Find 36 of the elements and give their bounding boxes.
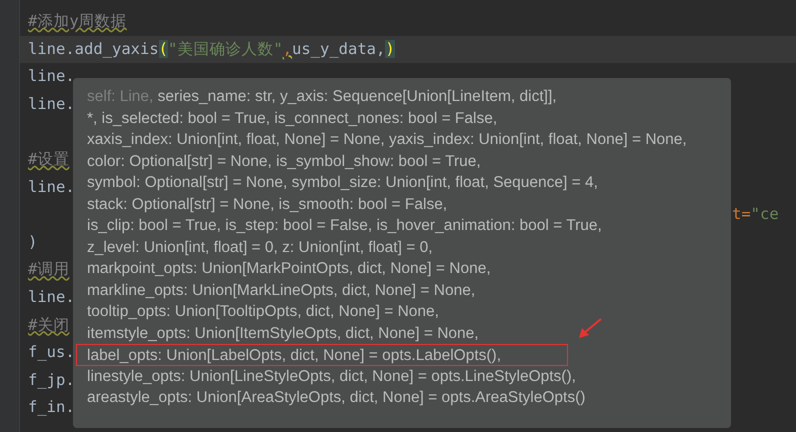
parameter-text: series_name: str, y_axis: Sequence[Union[LineItem, dict]], [156,88,557,105]
code-text: line. [28,67,75,86]
code-text: line. [28,288,75,306]
code-comment: #设置 [28,150,70,168]
parameter-text: areastyle_opts: Union[AreaStyleOpts, dict, None] = opts.AreaStyleOpts() [87,389,586,406]
comma: , [282,40,292,58]
parameter-text: markline_opts: Union[MarkLineOpts, dict, None] = None, [87,282,476,298]
parameter-text: *, is_selected: bool = True, is_connect_nones: bool = False, [87,110,498,126]
parameter-text: itemstyle_opts: Union[ItemStyleOpts, dict, None] = None, [87,324,479,342]
code-comment: #添加y周数据 [28,12,127,30]
code-text: line.add_yaxis [28,40,159,58]
parameter-text: symbol: Optional[str] = None, symbol_size: Union[int, float, Sequence] = 4, [87,174,598,191]
string-literal: "ce [750,205,779,224]
parameter-text: tooltip_opts: Union[TooltipOpts, dict, None] = None, [87,303,439,320]
parenthesis: ( [158,40,168,58]
parameter-text: z_level: Union[int, float] = 0, z: Union[int, float] = 0, [87,238,432,256]
arrow-icon [578,318,602,340]
parameter-text: is_clip: bool = True, is_step: bool = False, is_hover_animation: bool = True, [87,217,602,234]
parameter-text: xaxis_index: Union[int, float, None] = None, yaxis_index: Union[int, float, None] = None, [87,131,687,148]
code-text: ) [28,232,38,251]
code-text: line. [28,94,75,113]
string-literal: "美国确诊人数" [168,40,283,58]
code-comment: #关闭 [28,316,70,334]
code-text: us_y_data, [292,40,386,58]
code-comment: #调用 [28,260,70,278]
code-text: line. [28,178,75,196]
parameter-text: markpoint_opts: Union[MarkPointOpts, dict, None] = None, [87,260,491,277]
code-text: f_us. [28,343,75,362]
code-text: f_jp. [28,370,75,389]
parameter-text: color: Optional[str] = None, is_symbol_show: bool = True, [87,152,481,170]
parenthesis: ) [385,40,395,58]
parameter-text: label_opts: Union[LabelOpts, dict, None] = opts.LabelOpts(), [87,347,502,364]
code-text: f_in. [28,398,75,416]
parameter-text: linestyle_opts: Union[LineStyleOpts, dict, None] = opts.LineStyleOpts(), [87,368,576,384]
parameter-text: stack: Optional[str] = None, is_smooth: bool = False, [87,196,448,212]
code-text: t= [732,205,751,224]
